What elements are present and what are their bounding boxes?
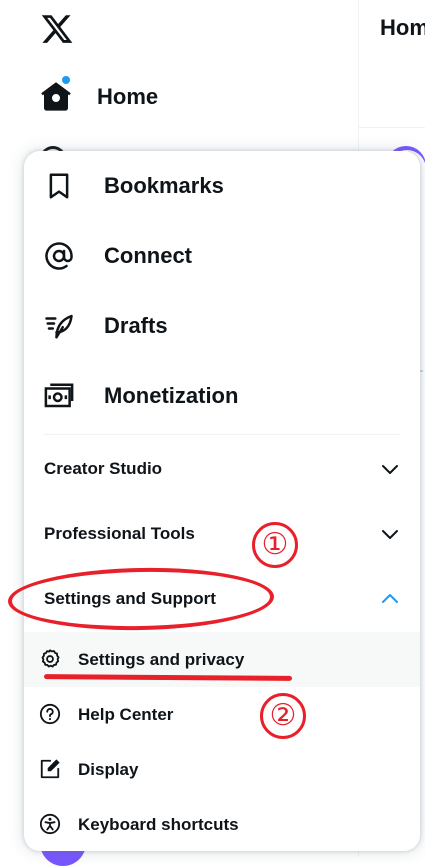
- bookmark-icon: [49, 173, 69, 199]
- section-label: Creator Studio: [44, 459, 163, 478]
- notification-dot: [62, 76, 70, 84]
- menu-item-monetization[interactable]: Monetization: [24, 361, 420, 431]
- annotation-step-2: ②: [260, 693, 306, 739]
- more-menu-popup: Bookmarks Connect Drafts Monetization Cr…: [24, 151, 420, 851]
- menu-item-help-center[interactable]: Help Center: [24, 687, 420, 742]
- nav-home-label[interactable]: Home: [97, 84, 158, 110]
- chevron-down-icon: [382, 530, 398, 539]
- chevron-up-icon: [382, 594, 398, 603]
- menu-item-label: Connect: [104, 243, 192, 268]
- chevron-down-icon: [382, 465, 398, 474]
- menu-item-drafts[interactable]: Drafts: [24, 291, 420, 361]
- money-icon: [44, 383, 74, 408]
- at-sign-icon: [45, 242, 73, 270]
- home-icon[interactable]: [40, 80, 72, 112]
- menu-item-label: Bookmarks: [104, 173, 224, 198]
- menu-item-label: Monetization: [104, 383, 239, 408]
- menu-item-keyboard-shortcuts[interactable]: Keyboard shortcuts: [24, 797, 420, 851]
- gear-icon: [41, 649, 60, 668]
- column-header-divider: [359, 127, 425, 128]
- menu-item-label: Drafts: [104, 313, 168, 338]
- menu-item-label: Settings and privacy: [78, 650, 245, 669]
- drafts-feather-icon: [45, 314, 73, 339]
- menu-item-label: Help Center: [78, 705, 174, 724]
- x-logo-icon[interactable]: [40, 12, 74, 46]
- accessibility-icon: [39, 813, 61, 835]
- display-edit-icon: [40, 759, 60, 779]
- menu-item-label: Display: [78, 760, 139, 779]
- column-title: Hom: [380, 15, 425, 40]
- menu-item-connect[interactable]: Connect: [24, 221, 420, 291]
- annotation-step-1: ①: [252, 522, 298, 568]
- section-creator-studio[interactable]: Creator Studio: [24, 437, 420, 501]
- menu-item-label: Keyboard shortcuts: [78, 815, 239, 834]
- menu-divider: [44, 434, 400, 435]
- menu-item-bookmarks[interactable]: Bookmarks: [24, 151, 420, 221]
- section-professional-tools[interactable]: Professional Tools: [24, 502, 420, 566]
- section-label: Professional Tools: [44, 524, 195, 543]
- help-circle-icon: [39, 703, 61, 725]
- menu-item-display[interactable]: Display: [24, 742, 420, 797]
